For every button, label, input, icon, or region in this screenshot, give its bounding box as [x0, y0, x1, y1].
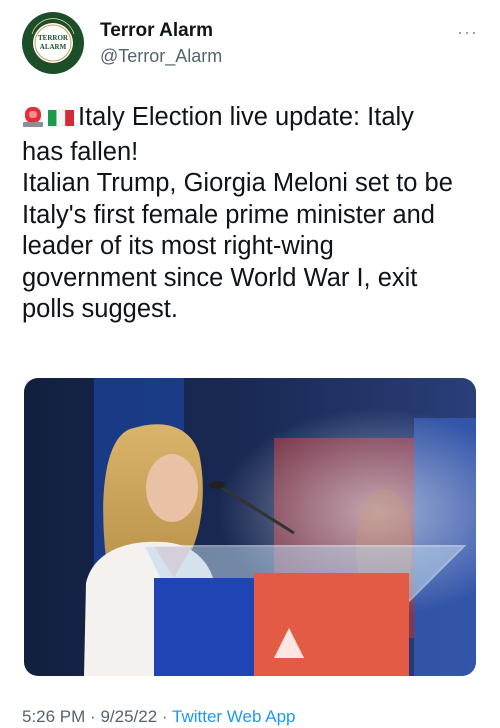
tweet-date[interactable]: 9/25/22	[100, 707, 157, 726]
photo-illustration	[24, 378, 476, 676]
tweet-text: Italy Election live update: Italy has fa…	[22, 102, 478, 326]
tweet-header: TERROR ALARM Terror Alarm @Terror_Alarm …	[22, 12, 478, 76]
avatar-text-bottom: ALARM	[40, 43, 67, 51]
display-name[interactable]: Terror Alarm	[100, 20, 222, 42]
user-handle[interactable]: @Terror_Alarm	[100, 44, 222, 68]
italy-flag-emoji-icon	[48, 105, 74, 137]
tweet-line-2: has fallen!	[22, 137, 139, 166]
tweet-line-6: government since World War I, exit	[22, 263, 418, 292]
tweet-line-4: Italy's first female prime minister and	[22, 200, 435, 229]
tweet-line-3: Italian Trump, Giorgia Meloni set to be	[22, 169, 453, 197]
tweet-line-7: polls suggest.	[22, 295, 178, 323]
more-options-icon[interactable]: ···	[457, 22, 478, 43]
tweet-line-1: Italy Election live update: Italy	[22, 102, 478, 137]
meta-separator: ·	[90, 707, 96, 726]
tweet-line-1-text: Italy Election live update: Italy	[78, 103, 414, 131]
terror-alarm-logo-icon: TERROR ALARM	[23, 13, 83, 73]
siren-emoji-icon	[22, 104, 44, 137]
tweet-source-link[interactable]: Twitter Web App	[172, 707, 295, 726]
avatar-text-top: TERROR	[38, 34, 69, 42]
tweet-photo[interactable]	[24, 378, 476, 676]
avatar[interactable]: TERROR ALARM	[22, 12, 84, 74]
tweet-line-5: leader of its most right-wing	[22, 232, 334, 260]
tweet-time[interactable]: 5:26 PM	[22, 707, 85, 726]
meta-separator-2: ·	[161, 707, 168, 726]
author-names: Terror Alarm @Terror_Alarm	[100, 20, 222, 68]
tweet-meta: 5:26 PM · 9/25/22 · Twitter Web App	[22, 707, 295, 727]
